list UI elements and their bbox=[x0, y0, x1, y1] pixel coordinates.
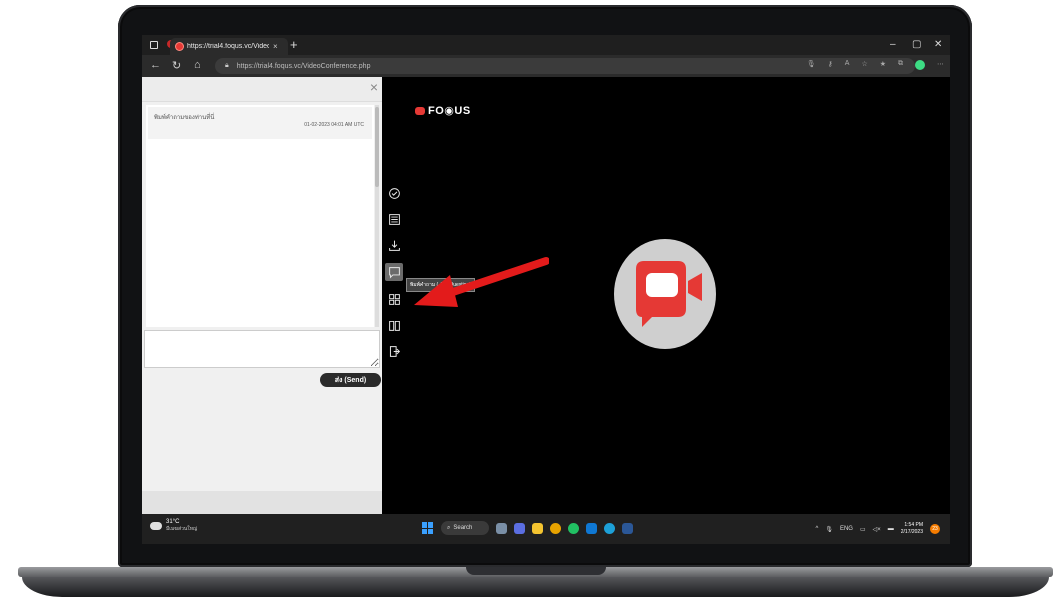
qa-footer bbox=[142, 491, 382, 514]
cloud-icon bbox=[150, 522, 162, 530]
download-icon[interactable] bbox=[386, 237, 402, 253]
book-icon[interactable] bbox=[386, 317, 402, 333]
edge-icon[interactable] bbox=[604, 522, 615, 534]
chrome-icon[interactable] bbox=[550, 522, 561, 534]
video-conference-app: × พิมพ์คำถามของท่านที่นี่ 01-02-2023 04:… bbox=[142, 77, 950, 514]
scrollbar[interactable] bbox=[375, 105, 379, 327]
laptop-notch bbox=[466, 567, 606, 575]
question-item: พิมพ์คำถามของท่านที่นี่ 01-02-2023 04:01… bbox=[148, 107, 372, 139]
battery-icon[interactable]: ▬ bbox=[888, 526, 894, 532]
clock-time: 1:54 PM bbox=[904, 522, 923, 528]
qa-panel: × พิมพ์คำถามของท่านที่นี่ 01-02-2023 04:… bbox=[142, 77, 382, 514]
word-icon[interactable] bbox=[622, 522, 633, 534]
annotation-arrow bbox=[414, 257, 549, 307]
laptop-base bbox=[18, 567, 1053, 599]
tab-actions-icon[interactable] bbox=[150, 41, 158, 49]
list-icon[interactable] bbox=[386, 211, 402, 227]
lock-icon: 🔒︎ bbox=[225, 62, 229, 69]
collections-icon[interactable]: ⧉ bbox=[898, 60, 903, 70]
check-circle-icon[interactable] bbox=[386, 185, 402, 201]
url-path: /VideoConference.php bbox=[300, 62, 371, 70]
close-icon[interactable]: × bbox=[370, 79, 378, 95]
line-icon[interactable] bbox=[568, 522, 579, 534]
search-icon: ⌕ bbox=[447, 524, 451, 531]
refresh-icon[interactable]: ↻ bbox=[172, 59, 181, 72]
clock-date: 2/17/2023 bbox=[900, 529, 923, 535]
question-text: พิมพ์คำถามของท่านที่นี่ bbox=[154, 115, 215, 121]
send-button[interactable]: ส่ง (Send) bbox=[320, 373, 381, 387]
logo-mark bbox=[415, 106, 425, 115]
maximize-button[interactable]: ▢ bbox=[912, 39, 921, 50]
chevron-up-icon[interactable]: ^ bbox=[815, 526, 818, 532]
qa-header: × bbox=[142, 77, 382, 102]
task-view-icon[interactable] bbox=[496, 522, 507, 534]
ask-question-icon[interactable] bbox=[385, 263, 403, 281]
microphone-tray-icon[interactable]: 🎙︎ bbox=[825, 526, 833, 533]
more-icon[interactable]: ⋯ bbox=[937, 60, 944, 70]
teams-icon[interactable] bbox=[514, 522, 525, 534]
language-indicator[interactable]: ENG bbox=[840, 526, 853, 532]
back-icon[interactable]: ← bbox=[150, 59, 161, 71]
screen: https://trial4.foqus.vc/Video × + – ▢ ✕ … bbox=[142, 35, 950, 544]
new-tab-button[interactable]: + bbox=[290, 37, 298, 52]
laptop-base-bottom bbox=[22, 577, 1049, 597]
minimize-button[interactable]: – bbox=[890, 39, 896, 50]
microphone-icon[interactable]: 🎙︎ bbox=[807, 60, 816, 70]
network-icon[interactable]: ▭ bbox=[860, 526, 866, 533]
close-window-button[interactable]: ✕ bbox=[934, 39, 942, 50]
taskbar: 31°C มีเมฆส่วนใหญ่ ⌕ Search ^ 🎙︎ ENG ▭ ◁… bbox=[142, 514, 950, 544]
file-explorer-icon[interactable] bbox=[532, 522, 543, 534]
browser-tab[interactable]: https://trial4.foqus.vc/Video × bbox=[170, 38, 288, 55]
volume-icon[interactable]: ◁× bbox=[873, 526, 881, 533]
favorite-icon[interactable]: ☆ bbox=[861, 60, 867, 70]
profile-avatar[interactable] bbox=[915, 60, 925, 70]
search-label: Search bbox=[453, 525, 473, 531]
url-host: https://trial4.foqus.vc bbox=[236, 62, 301, 70]
scrollbar-thumb[interactable] bbox=[375, 107, 379, 187]
system-tray: ^ 🎙︎ ENG ▭ ◁× ▬ 1:54 PM 2/17/2023 23 bbox=[815, 522, 940, 536]
key-icon[interactable]: ⚷ bbox=[828, 60, 833, 70]
weather-widget[interactable]: 31°C มีเมฆส่วนใหญ่ bbox=[150, 519, 197, 533]
outlook-icon[interactable] bbox=[586, 522, 597, 534]
logo-text: FO◉US bbox=[428, 105, 471, 117]
vertical-toolbar bbox=[385, 185, 404, 369]
question-list: พิมพ์คำถามของท่านที่นี่ 01-02-2023 04:01… bbox=[146, 105, 374, 327]
site-favicon-icon bbox=[176, 43, 183, 50]
clock[interactable]: 1:54 PM 2/17/2023 bbox=[901, 522, 923, 536]
search-button[interactable]: ⌕ Search bbox=[441, 521, 489, 535]
favorites-icon[interactable]: ★ bbox=[880, 60, 886, 70]
tab-title: https://trial4.foqus.vc/Video bbox=[187, 43, 269, 50]
notification-badge[interactable]: 23 bbox=[930, 524, 940, 534]
browser-toolbar: 🎙︎ ⚷ A ☆ ★ ⧉ ⋯ bbox=[807, 60, 944, 70]
question-input[interactable] bbox=[144, 330, 380, 368]
weather-desc: มีเมฆส่วนใหญ่ bbox=[166, 526, 198, 532]
grid-icon[interactable] bbox=[386, 291, 402, 307]
read-aloud-icon[interactable]: A bbox=[845, 60, 850, 70]
address-bar: ← ↻ ⌂ 🔒︎ https://trial4.foqus.vc/VideoCo… bbox=[142, 55, 950, 77]
tab-close-icon[interactable]: × bbox=[273, 42, 278, 51]
start-icon[interactable] bbox=[422, 522, 434, 534]
foqus-logo: FO◉US bbox=[415, 104, 471, 117]
taskbar-apps: ⌕ Search bbox=[422, 521, 633, 535]
exit-icon[interactable] bbox=[386, 343, 402, 359]
browser-tab-bar: https://trial4.foqus.vc/Video × + – ▢ ✕ bbox=[142, 35, 950, 55]
participant-avatar bbox=[614, 239, 716, 349]
home-icon[interactable]: ⌂ bbox=[194, 59, 201, 71]
question-timestamp: 01-02-2023 04:01 AM UTC bbox=[304, 122, 364, 128]
